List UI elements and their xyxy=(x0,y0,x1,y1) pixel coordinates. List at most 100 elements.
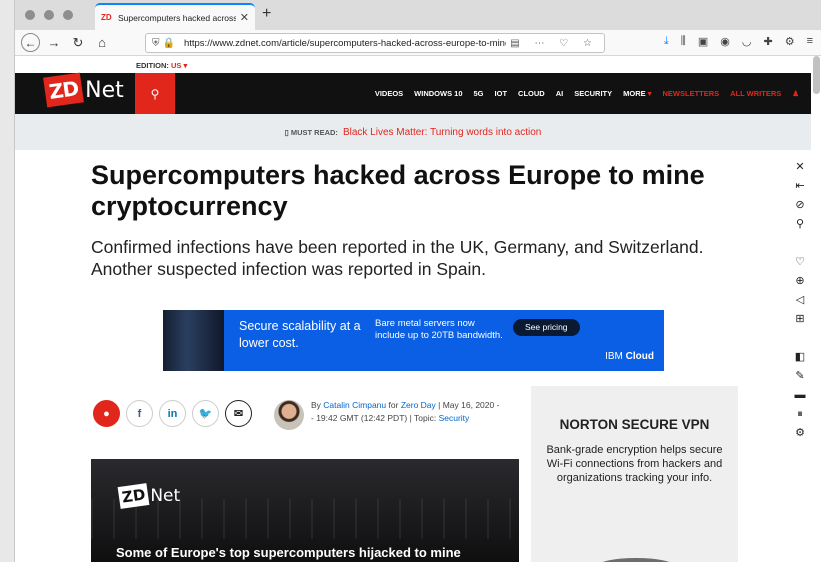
ibm-cloud-logo: IBM Cloud xyxy=(605,351,654,362)
pocket-icon[interactable]: ◡ xyxy=(742,35,752,48)
account-icon[interactable]: ◉ xyxy=(720,35,730,48)
menu-icon[interactable]: ≡ xyxy=(807,35,813,48)
add-icon[interactable]: ⊕ xyxy=(795,272,804,291)
page-content: EDITION: US ▾ ZD Net ⚲ VIDEOS WINDOWS 10… xyxy=(15,56,811,562)
edition-selector[interactable]: EDITION: US ▾ xyxy=(15,56,811,73)
library-icon[interactable]: ⫼ xyxy=(681,35,686,48)
must-read-link[interactable]: Black Lives Matter: Turning words into a… xyxy=(343,127,541,138)
email-icon[interactable]: ✉ xyxy=(225,400,252,427)
minimize-window-button[interactable] xyxy=(44,10,54,20)
author-link[interactable]: Catalin Cimpanu xyxy=(323,400,386,410)
search-button[interactable]: ⚲ xyxy=(135,73,175,114)
topic-link[interactable]: Security xyxy=(439,413,470,423)
scrollbar[interactable] xyxy=(813,56,820,94)
address-bar[interactable]: ⛨🔒 https://www.zdnet.com/article/superco… xyxy=(145,33,605,53)
norton-ad-title: NORTON SECURE VPN xyxy=(559,417,710,432)
user-icon[interactable]: ♟ xyxy=(792,89,799,98)
home-icon[interactable]: ⌂ xyxy=(92,33,112,53)
author-avatar[interactable] xyxy=(274,400,304,430)
norton-product-image xyxy=(596,558,676,562)
ad-body: Bare metal servers now include up to 20T… xyxy=(375,318,503,341)
linkedin-icon[interactable]: in xyxy=(159,400,186,427)
share-buttons: ● f in 🐦 ✉ xyxy=(93,400,252,427)
zdnet-logo[interactable]: ZD Net xyxy=(43,72,124,108)
cloud-text: Cloud xyxy=(625,351,654,362)
pause-icon[interactable]: ⏸ xyxy=(797,405,803,424)
watermark-mark: ZD xyxy=(117,483,150,509)
back-arrow-icon[interactable]: ← xyxy=(21,33,40,52)
url-text[interactable]: https://www.zdnet.com/article/supercompu… xyxy=(184,38,506,49)
watermark-text: Net xyxy=(150,486,181,506)
chevron-down-icon: ▾ xyxy=(647,89,652,98)
reload-icon[interactable]: ↻ xyxy=(68,33,88,53)
main-nav: VIDEOS WINDOWS 10 5G IOT CLOUD AI SECURI… xyxy=(375,73,799,114)
nav-item-cloud[interactable]: CLOUD xyxy=(518,89,545,98)
forward-arrow-icon[interactable]: → xyxy=(44,33,64,53)
must-read-label-text: MUST READ: xyxy=(290,127,338,137)
article-headline: Supercomputers hacked across Europe to m… xyxy=(91,160,705,221)
ibm-text: IBM xyxy=(605,351,623,362)
see-pricing-button[interactable]: See pricing xyxy=(513,319,580,336)
must-read-bar: ▯ MUST READ: Black Lives Matter: Turning… xyxy=(15,114,811,150)
nav-more-label: MORE xyxy=(623,89,646,98)
nav-item-more[interactable]: MORE ▾ xyxy=(623,89,651,98)
column-link[interactable]: Zero Day xyxy=(401,400,436,410)
page-actions-icons[interactable]: ▤ ⋯ ♡ ☆ xyxy=(510,38,598,49)
heart-icon[interactable]: ♡ xyxy=(795,253,805,272)
nav-item-newsletters[interactable]: NEWSLETTERS xyxy=(662,89,719,98)
window-controls xyxy=(25,10,73,20)
facebook-icon[interactable]: f xyxy=(126,400,153,427)
nav-item-iot[interactable]: IOT xyxy=(495,89,508,98)
briefcase-icon[interactable]: ▬ xyxy=(795,386,806,405)
norton-ad-body: Bank-grade encryption helps secure Wi-Fi… xyxy=(546,444,723,484)
compass-icon[interactable]: ⊘ xyxy=(795,196,804,215)
byline-prefix: By xyxy=(311,400,321,410)
navigation-toolbar: ← → ↻ ⌂ ⛨🔒 https://www.zdnet.com/article… xyxy=(15,30,821,56)
reader-sidebar: ✕ ⇤ ⊘ ⚲ ♡ ⊕ ◁ ⊞ ◧ ✎ ▬ ⏸ ⚙ xyxy=(789,158,811,458)
tag-icon[interactable]: ◁ xyxy=(796,291,804,310)
collapse-icon[interactable]: ⇤ xyxy=(795,177,804,196)
toolbar-icons: ⤓ ⫼ ▣ ◉ ◡ ✚ ⚙ ≡ xyxy=(664,35,813,48)
browser-window: ZD Supercomputers hacked across Europe t… xyxy=(14,0,821,562)
zdnet-logo-text: Net xyxy=(85,77,124,103)
download-icon[interactable]: ⤓ xyxy=(664,35,669,48)
zdnet-logo-mark: ZD xyxy=(43,72,85,108)
tab-strip: ZD Supercomputers hacked across Europe t… xyxy=(15,0,821,30)
maximize-window-button[interactable] xyxy=(63,10,73,20)
twitter-icon[interactable]: 🐦 xyxy=(192,400,219,427)
close-tab-icon[interactable]: ✕ xyxy=(240,11,249,24)
close-window-button[interactable] xyxy=(25,10,35,20)
nav-item-ai[interactable]: AI xyxy=(556,89,564,98)
edition-label: EDITION: xyxy=(136,61,169,70)
edition-value[interactable]: US xyxy=(171,61,181,70)
sidebar-icon[interactable]: ▣ xyxy=(698,35,708,48)
search-icon[interactable]: ⚲ xyxy=(796,215,804,234)
ad-headline: Secure scalability at a lower cost. xyxy=(239,319,361,350)
zdnet-watermark-logo: ZD Net xyxy=(117,483,181,509)
chevron-down-icon[interactable]: ▾ xyxy=(184,61,188,70)
settings-icon[interactable]: ⚙ xyxy=(785,35,795,48)
contrast-icon[interactable]: ◧ xyxy=(795,348,805,367)
new-tab-icon[interactable]: + xyxy=(262,5,271,23)
search-icon: ⚲ xyxy=(150,86,160,101)
nav-item-videos[interactable]: VIDEOS xyxy=(375,89,403,98)
hero-video[interactable]: ZD Net Some of Europe's top supercompute… xyxy=(91,459,519,562)
hero-caption: Some of Europe's top supercomputers hija… xyxy=(116,545,461,560)
byline-for: for xyxy=(388,400,399,410)
ibm-cloud-ad[interactable]: Secure scalability at a lower cost. Bare… xyxy=(163,310,664,371)
extension-icon[interactable]: ✚ xyxy=(763,35,772,48)
site-header: ZD Net ⚲ VIDEOS WINDOWS 10 5G IOT CLOUD … xyxy=(15,72,811,114)
close-icon[interactable]: ✕ xyxy=(795,158,804,177)
nav-item-all-writers[interactable]: ALL WRITERS xyxy=(730,89,781,98)
comment-icon[interactable]: ● xyxy=(93,400,120,427)
pen-icon[interactable]: ✎ xyxy=(795,367,804,386)
tab-title: Supercomputers hacked across Europe to m… xyxy=(118,12,236,23)
nav-item-5g[interactable]: 5G xyxy=(474,89,484,98)
gear-icon[interactable]: ⚙ xyxy=(795,424,805,443)
tab-active[interactable]: ZD Supercomputers hacked across Europe t… xyxy=(95,3,255,30)
nav-item-windows10[interactable]: WINDOWS 10 xyxy=(414,89,462,98)
export-icon[interactable]: ⊞ xyxy=(795,310,804,329)
nav-item-security[interactable]: SECURITY xyxy=(574,89,612,98)
site-security-icons[interactable]: ⛨🔒 xyxy=(152,38,178,49)
norton-ad[interactable]: NORTON SECURE VPN Bank-grade encryption … xyxy=(531,386,738,562)
